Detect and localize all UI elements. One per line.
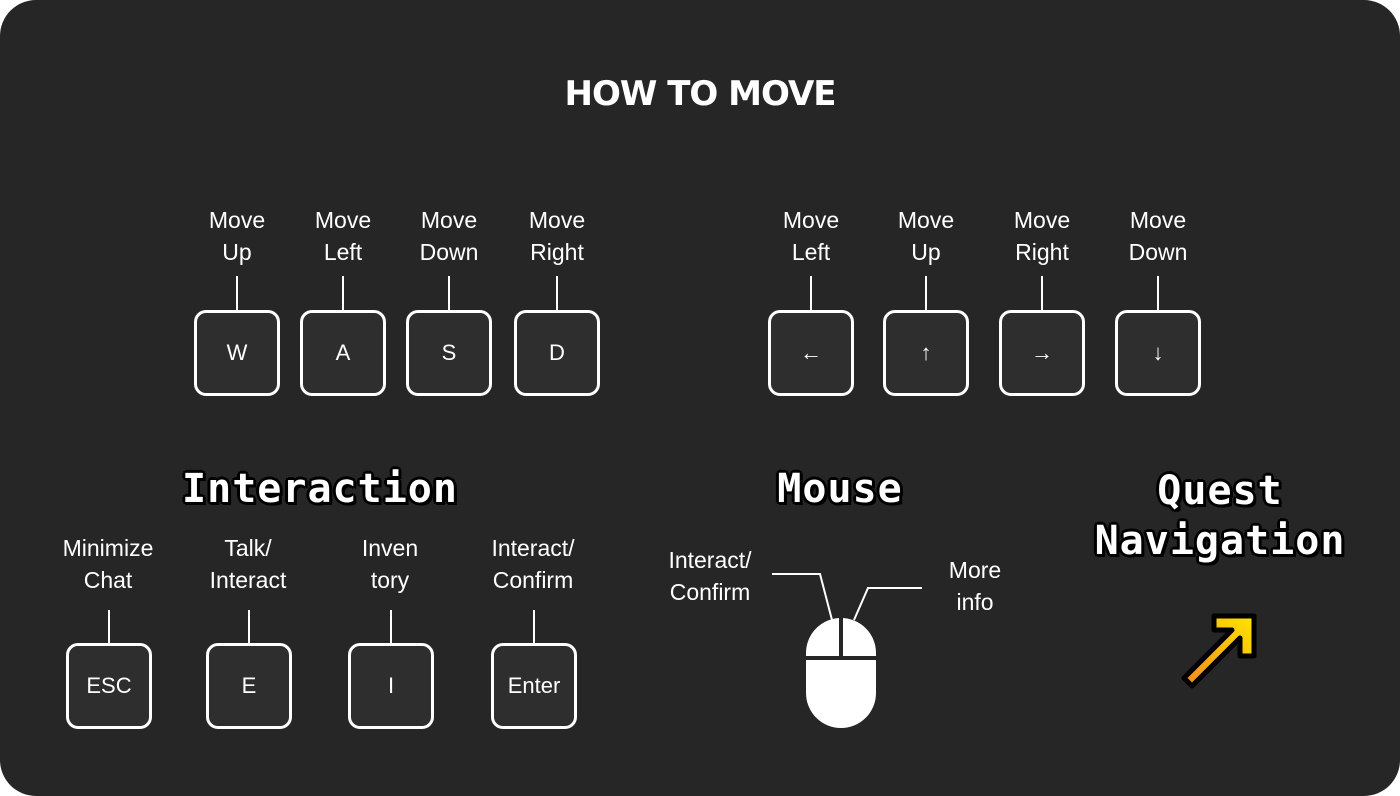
interaction-stem-i bbox=[390, 610, 392, 643]
key-e[interactable]: E bbox=[206, 643, 292, 729]
quest-arrow-icon bbox=[1181, 613, 1257, 689]
wasd-label-a: Move Left bbox=[314, 207, 372, 265]
key-arrow-left[interactable]: ← bbox=[768, 310, 854, 396]
quest-heading: Quest Navigation bbox=[1094, 468, 1346, 564]
key-d[interactable]: D bbox=[514, 310, 600, 396]
key-w[interactable]: W bbox=[194, 310, 280, 396]
interaction-stem-enter bbox=[533, 610, 535, 643]
interaction-label-esc: Minimize Chat bbox=[62, 535, 154, 593]
wasd-stem-w bbox=[236, 276, 238, 310]
interaction-label-i: Inven tory bbox=[361, 535, 419, 593]
arrow-stem-down bbox=[1157, 276, 1159, 310]
arrow-right-icon: → bbox=[1031, 340, 1053, 365]
arrow-label-up: Move Up bbox=[897, 207, 955, 265]
key-arrow-down[interactable]: ↓ bbox=[1115, 310, 1201, 396]
interaction-stem-esc bbox=[108, 610, 110, 643]
arrow-up-icon: ↑ bbox=[920, 340, 932, 365]
arrow-label-right: Move Right bbox=[1013, 207, 1071, 265]
key-esc[interactable]: ESC bbox=[66, 643, 152, 729]
wasd-stem-a bbox=[342, 276, 344, 310]
controls-panel: HOW TO MOVE Move Up Move Left Move Down … bbox=[0, 0, 1400, 796]
wasd-label-s: Move Down bbox=[419, 207, 479, 265]
arrow-stem-right bbox=[1041, 276, 1043, 310]
key-enter[interactable]: Enter bbox=[491, 643, 577, 729]
mouse-heading: Mouse bbox=[777, 466, 903, 512]
arrow-label-down: Move Down bbox=[1128, 207, 1188, 265]
mouse-icon bbox=[772, 573, 922, 728]
wasd-stem-d bbox=[556, 276, 558, 310]
arrow-stem-up bbox=[925, 276, 927, 310]
wasd-stem-s bbox=[448, 276, 450, 310]
interaction-label-enter: Interact/ Confirm bbox=[491, 535, 575, 593]
key-arrow-up[interactable]: ↑ bbox=[883, 310, 969, 396]
arrow-label-left: Move Left bbox=[782, 207, 840, 265]
key-i[interactable]: I bbox=[348, 643, 434, 729]
interaction-label-e: Talk/ Interact bbox=[209, 535, 287, 593]
page-title: HOW TO MOVE bbox=[564, 74, 837, 114]
wasd-label-d: Move Right bbox=[528, 207, 586, 265]
wasd-label-w: Move Up bbox=[208, 207, 266, 265]
mouse-left-label: Interact/ Confirm bbox=[668, 547, 752, 605]
arrow-down-icon: ↓ bbox=[1152, 340, 1164, 365]
interaction-stem-e bbox=[248, 610, 250, 643]
key-arrow-right[interactable]: → bbox=[999, 310, 1085, 396]
arrow-stem-left bbox=[810, 276, 812, 310]
interaction-heading: Interaction bbox=[182, 466, 458, 512]
key-a[interactable]: A bbox=[300, 310, 386, 396]
key-s[interactable]: S bbox=[406, 310, 492, 396]
arrow-left-icon: ← bbox=[800, 340, 822, 365]
